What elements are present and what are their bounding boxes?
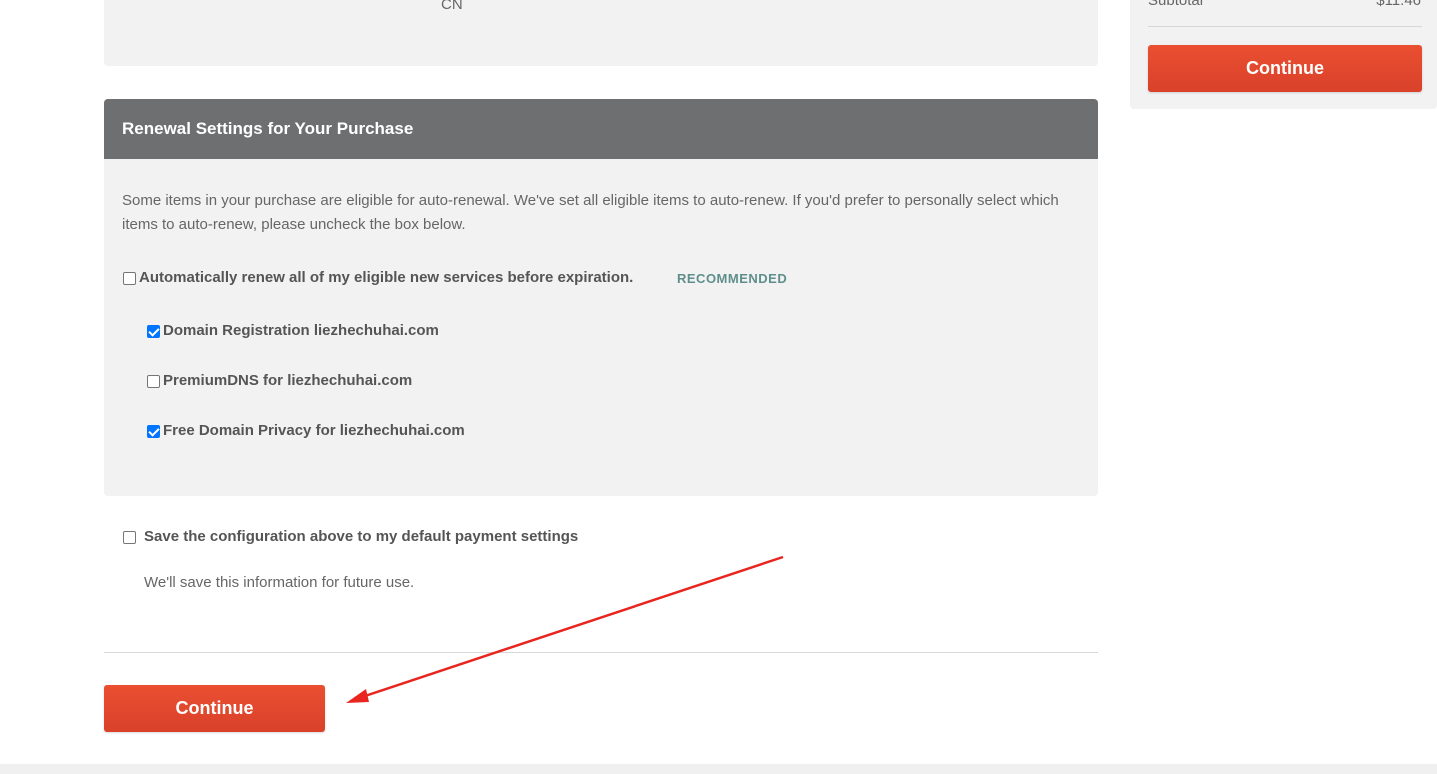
- subtotal-label: Subtotal: [1148, 0, 1204, 9]
- domain-privacy-label[interactable]: Free Domain Privacy for liezhechuhai.com: [163, 422, 465, 439]
- premium-dns-checkbox[interactable]: [147, 375, 160, 388]
- subtotal-value: $11.46: [1376, 0, 1421, 9]
- section-divider: [104, 652, 1098, 653]
- country-code: CN: [441, 0, 463, 13]
- save-config-label[interactable]: Save the configuration above to my defau…: [144, 528, 578, 545]
- renewal-description: Some items in your purchase are eligible…: [122, 192, 1059, 233]
- domain-registration-checkbox[interactable]: [147, 325, 160, 338]
- auto-renew-all-checkbox[interactable]: [123, 272, 136, 285]
- sidebar-continue-button[interactable]: Continue: [1148, 45, 1422, 92]
- order-summary-sidebar: Subtotal $11.46 Continue: [1130, 0, 1437, 109]
- sidebar-divider: [1148, 26, 1422, 27]
- domain-registration-label[interactable]: Domain Registration liezhechuhai.com: [163, 322, 439, 339]
- premium-dns-label[interactable]: PremiumDNS for liezhechuhai.com: [163, 372, 412, 389]
- save-config-note: We'll save this information for future u…: [144, 574, 415, 591]
- recommended-badge: RECOMMENDED: [677, 271, 788, 286]
- address-card: CN: [104, 0, 1098, 66]
- annotation-arrow-head: [346, 689, 369, 703]
- save-config-checkbox[interactable]: [123, 531, 136, 544]
- renewal-settings-panel: Renewal Settings for Your Purchase Some …: [104, 99, 1098, 496]
- renewal-settings-title: Renewal Settings for Your Purchase: [104, 99, 1098, 159]
- footer-band: [0, 764, 1437, 774]
- annotation-arrow-line: [361, 555, 784, 699]
- domain-privacy-checkbox[interactable]: [147, 425, 160, 438]
- continue-button[interactable]: Continue: [104, 685, 325, 732]
- auto-renew-all-label[interactable]: Automatically renew all of my eligible n…: [139, 269, 633, 286]
